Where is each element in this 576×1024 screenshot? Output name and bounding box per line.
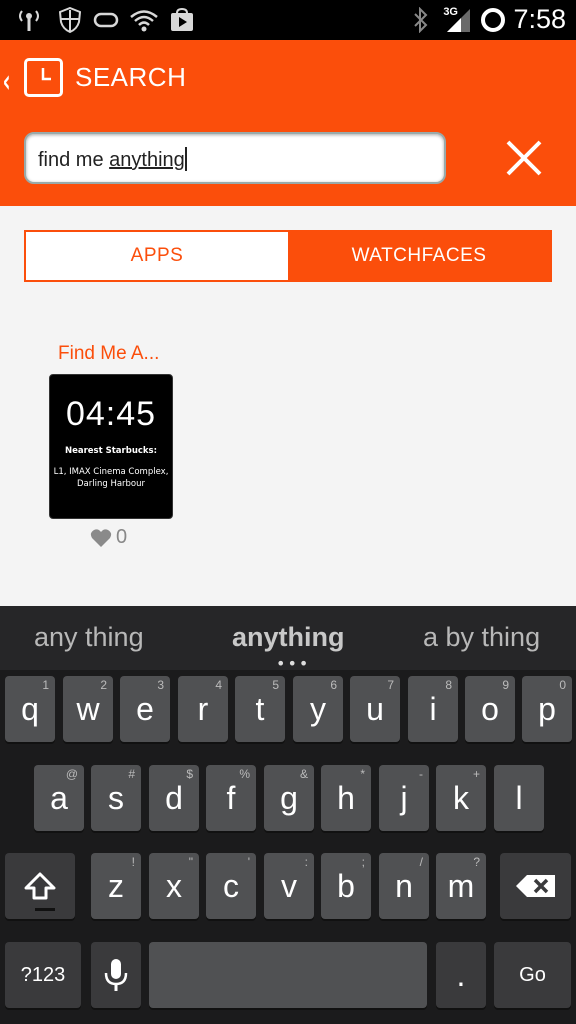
more-suggestions-dots[interactable]: ••• [276,656,310,672]
period-key[interactable]: . [436,942,486,1008]
shift-indicator [35,908,55,911]
symbols-key[interactable]: ?123 [5,942,81,1008]
cell-signal-icon [444,6,472,34]
key-i[interactable]: i8 [408,676,458,742]
sync-circle-icon [478,6,508,34]
tab-apps[interactable]: APPS [26,232,288,280]
go-key[interactable]: Go [494,942,571,1008]
key-b[interactable]: b; [321,853,371,919]
shield-icon [56,6,84,34]
key-e[interactable]: e3 [120,676,170,742]
infinity-icon [92,6,120,34]
shift-key[interactable] [5,853,75,919]
search-text-prefix: find me [38,149,110,171]
key-x[interactable]: x " [149,853,199,919]
suggestion-left[interactable]: any thing [34,622,144,653]
signal-tower-icon [14,6,44,34]
key-u[interactable]: u7 [350,676,400,742]
heart-icon [90,528,112,547]
key-f[interactable]: f% [206,765,256,831]
backspace-key[interactable] [500,853,571,919]
result-type-tabs: APPS WATCHFACES [24,230,552,282]
bluetooth-icon [410,6,432,34]
wifi-icon [128,6,160,34]
watchface-time: 04:45 [65,395,157,433]
key-q[interactable]: q1 [5,676,55,742]
key-z[interactable]: z! [91,853,141,919]
search-input[interactable]: find me anything [24,132,446,184]
key-t[interactable]: t5 [235,676,285,742]
tab-watchfaces[interactable]: WATCHFACES [288,232,550,280]
suggestion-center[interactable]: anything [232,622,345,653]
mic-key[interactable] [91,942,141,1008]
clear-search-button[interactable] [498,138,550,182]
key-h[interactable]: h * [321,765,371,831]
likes-counter: 0 [90,526,127,549]
watchface-thumbnail[interactable]: 04:45 Nearest Starbucks: L1, IMAX Cinema… [49,374,173,519]
key-k[interactable]: k + [436,765,486,831]
watchface-heading: Nearest Starbucks: [64,446,158,456]
search-results-area: APPS WATCHFACES Find Me A... 04:45 Neare… [0,206,576,606]
result-title[interactable]: Find Me A... [58,343,159,365]
shift-icon [24,872,56,900]
key-a[interactable]: a @ [34,765,84,831]
key-y[interactable]: y6 [293,676,343,742]
key-p[interactable]: p0 [522,676,572,742]
microphone-icon [104,959,128,991]
suggestion-right[interactable]: a by thing [423,622,540,653]
suggestion-bar: any thing anything a by thing ••• [0,606,576,672]
key-d[interactable]: d $ [149,765,199,831]
soft-keyboard: any thing anything a by thing ••• q1 w2 … [0,606,576,1024]
watchface-detail-line1: L1, IMAX Cinema Complex, [53,467,169,477]
likes-count: 0 [116,526,128,548]
key-r[interactable]: r4 [178,676,228,742]
back-chevron-icon[interactable]: ‹ [3,62,11,100]
backspace-icon [515,875,555,897]
space-bar[interactable] [149,942,427,1008]
page-title: SEARCH [75,62,187,92]
key-c[interactable]: c ' [206,853,256,919]
status-time: 7:58 [513,4,566,34]
key-s[interactable]: s # [91,765,141,831]
app-header: ‹ SEARCH find me anything [0,40,576,206]
key-w[interactable]: w2 [63,676,113,742]
key-l[interactable]: l [494,765,544,831]
watchface-detail-line2: Darling Harbour [76,479,146,489]
key-o[interactable]: o9 [465,676,515,742]
key-g[interactable]: g & [264,765,314,831]
app-logo-icon[interactable] [24,58,63,97]
key-m[interactable]: m? [436,853,486,919]
key-j[interactable]: j- [379,765,429,831]
key-n[interactable]: n / [379,853,429,919]
play-store-icon [168,6,196,34]
search-text-composing: anything [109,149,185,171]
close-icon [506,140,542,176]
text-caret [184,147,187,171]
status-bar: 3G 7:58 [0,0,576,40]
key-v[interactable]: v: [264,853,314,919]
watchface-detail: L1, IMAX Cinema Complex, Darling Harbour [50,466,172,490]
